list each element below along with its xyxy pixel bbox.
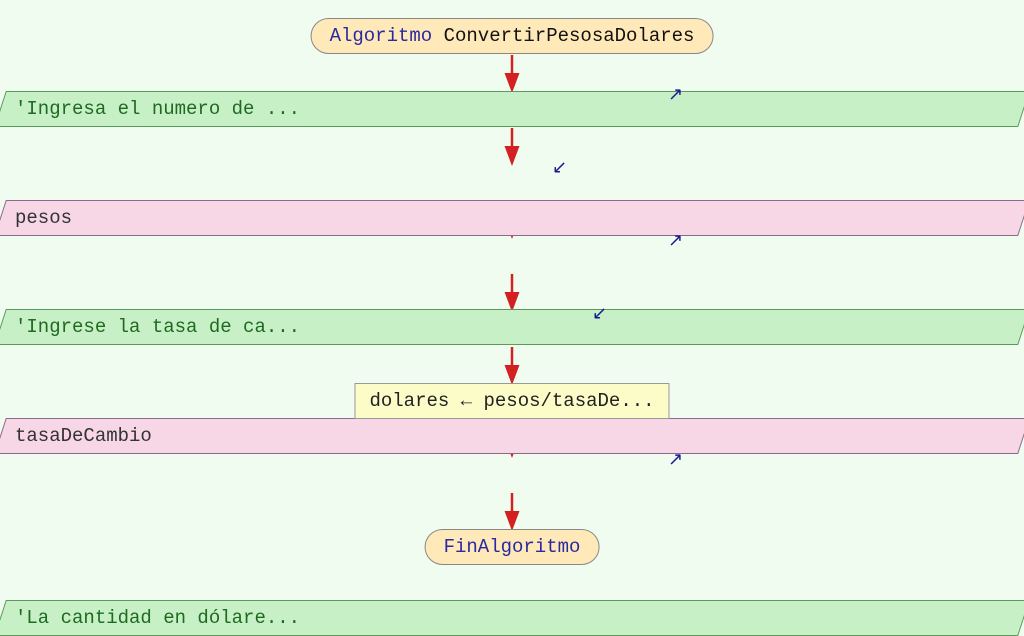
output-step-1: 'Ingresa el numero de ... — [0, 91, 1024, 127]
output-text: 'Ingrese la tasa de ca... — [15, 316, 300, 338]
start-keyword: Algoritmo — [330, 25, 433, 47]
input-text: pesos — [15, 207, 72, 229]
output-text: 'La cantidad en dólare... — [15, 607, 300, 629]
input-step-2: tasaDeCambio — [0, 418, 1024, 454]
end-keyword: FinAlgoritmo — [444, 536, 581, 558]
process-text: dolares ← pesos/tasaDe... — [369, 390, 654, 412]
input-step-1: pesos — [0, 200, 1024, 236]
process-step: dolares ← pesos/tasaDe... — [354, 383, 669, 419]
terminal-end: FinAlgoritmo — [425, 529, 600, 565]
terminal-start: Algoritmo ConvertirPesosaDolares — [311, 18, 714, 54]
flowchart-canvas: Algoritmo ConvertirPesosaDolares 'Ingres… — [0, 0, 1024, 605]
algorithm-name: ConvertirPesosaDolares — [444, 25, 695, 47]
output-text: 'Ingresa el numero de ... — [15, 98, 300, 120]
input-text: tasaDeCambio — [15, 425, 152, 447]
output-step-2: 'Ingrese la tasa de ca... — [0, 309, 1024, 345]
output-step-3: 'La cantidad en dólare... — [0, 600, 1024, 636]
input-arrow-icon: ↙ — [552, 157, 567, 179]
